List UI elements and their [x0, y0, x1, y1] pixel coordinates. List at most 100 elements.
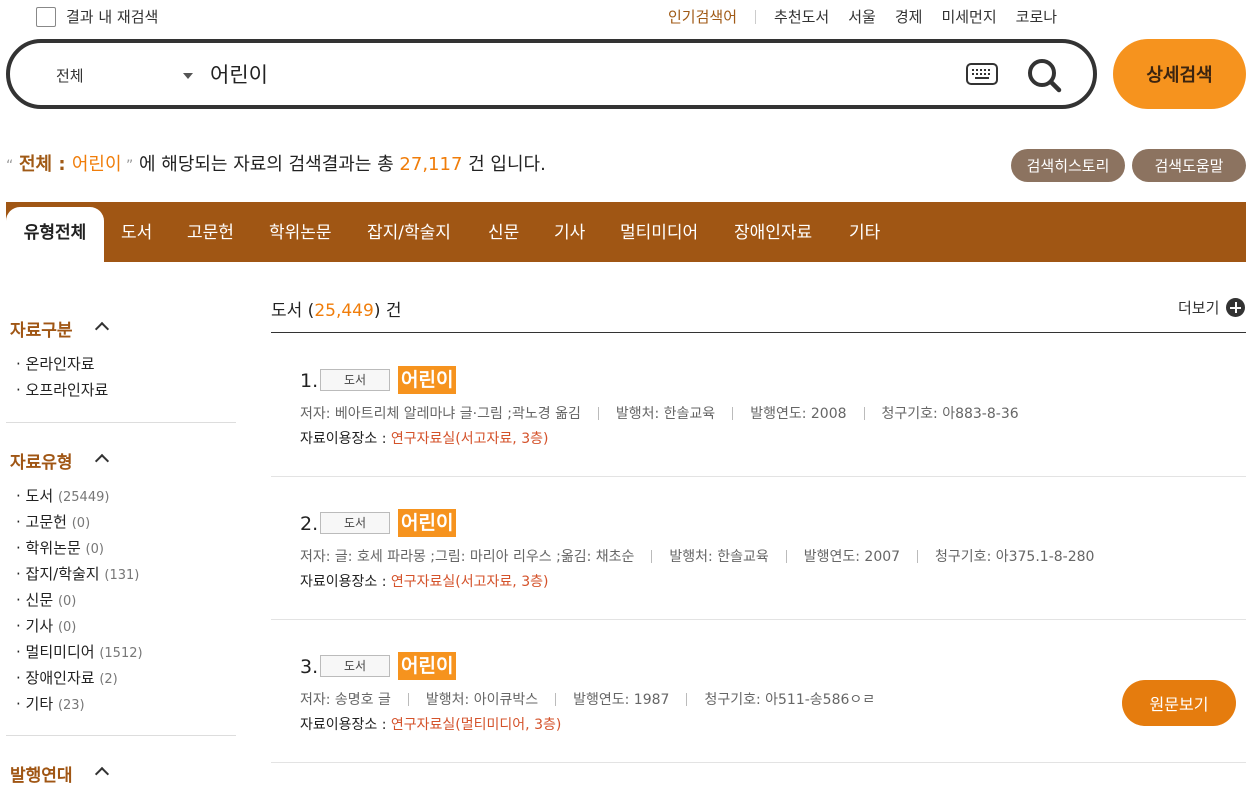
filter-title-type[interactable]: 자료유형 — [10, 448, 73, 473]
summary-total: 27,117 — [399, 154, 463, 175]
quote-close: ” — [121, 158, 134, 174]
keyword-link-2[interactable]: 서울 — [848, 6, 876, 27]
tab-etc[interactable]: 기타 — [849, 202, 880, 262]
filter-online[interactable]: · 온라인자료 — [16, 353, 95, 374]
result-meta: 저자: 베아트리체 알레마냐 글·그림 ;곽노경 옮김 발행처: 한솔교육 발행연도… — [300, 403, 1019, 423]
result-title-link[interactable]: 어린이 — [398, 366, 457, 394]
tab-journals[interactable]: 잡지/학술지 — [367, 202, 451, 262]
section-label: 도서 — [271, 301, 303, 321]
chevron-down-icon[interactable] — [183, 73, 193, 79]
filter-type-item[interactable]: · 도서 (25449) — [16, 485, 109, 506]
filter-offline[interactable]: · 오프라인자료 — [16, 379, 108, 400]
filter-label: 기타 — [25, 695, 54, 713]
type-tabs: 유형전체 도서 고문헌 학위논문 잡지/학술지 신문 기사 멀티미디어 장애인자… — [6, 202, 1246, 262]
result-call-number: 청구기호: 아511-송586ㅇㄹ — [704, 692, 876, 708]
divider — [686, 692, 688, 706]
tab-articles[interactable]: 기사 — [554, 202, 585, 262]
result-index: 3. — [300, 656, 319, 678]
divider — [597, 406, 599, 420]
view-original-button[interactable]: 원문보기 — [1122, 680, 1236, 726]
chevron-up-icon[interactable] — [94, 453, 110, 469]
quote-open: “ — [6, 158, 14, 174]
chevron-up-icon[interactable] — [94, 766, 110, 782]
result-summary: “ 전체 : 어린이 ” 에 해당되는 자료의 검색결과는 총 27,117 건… — [6, 150, 546, 176]
result-location: 자료이용장소 : 연구자료실(서고자료, 3층) — [300, 571, 548, 591]
divider — [271, 762, 1246, 763]
filter-label: 온라인자료 — [25, 355, 95, 373]
section-unit: ) 건 — [373, 301, 402, 321]
keyboard-icon[interactable] — [966, 63, 998, 85]
keyword-link-1[interactable]: 추천도서 — [774, 6, 829, 27]
divider — [863, 406, 865, 420]
keyword-link-5[interactable]: 코로나 — [1016, 6, 1057, 27]
location-place: 연구자료실(멀티미디어, 3층) — [390, 717, 562, 733]
location-label: 자료이용장소 : — [300, 574, 391, 590]
filter-type-item[interactable]: · 신문 (0) — [16, 589, 76, 610]
keyword-link-4[interactable]: 미세먼지 — [941, 6, 996, 27]
filter-count: (1512) — [99, 646, 143, 661]
filter-count: (0) — [85, 542, 104, 557]
top-bar: 결과 내 재검색 인기검색어 추천도서 서울 경제 미세먼지 코로나 — [0, 0, 1258, 34]
filter-type-item[interactable]: · 기타 (23) — [16, 693, 85, 714]
result-location: 자료이용장소 : 연구자료실(멀티미디어, 3층) — [300, 714, 561, 734]
filter-type-item[interactable]: · 장애인자료 (2) — [16, 667, 118, 688]
tab-newspapers[interactable]: 신문 — [488, 202, 519, 262]
tab-all[interactable]: 유형전체 — [6, 207, 104, 262]
more-link[interactable]: 더보기 — [1178, 297, 1246, 318]
result-year: 발행연도: 2007 — [803, 549, 901, 565]
search-help-button[interactable]: 검색도움말 — [1132, 149, 1246, 182]
summary-text: 에 해당되는 자료의 검색결과는 총 — [133, 154, 400, 175]
chevron-up-icon[interactable] — [94, 321, 110, 337]
divider — [407, 692, 409, 706]
divider — [917, 549, 919, 563]
more-label: 더보기 — [1178, 299, 1220, 317]
divider — [6, 735, 236, 736]
summary-keyword: 어린이 — [71, 154, 122, 175]
tab-theses[interactable]: 학위논문 — [269, 202, 332, 262]
advanced-search-button[interactable]: 상세검색 — [1113, 39, 1246, 109]
result-call-number: 청구기호: 아375.1-8-280 — [935, 549, 1095, 565]
result-title-link[interactable]: 어린이 — [398, 509, 457, 537]
divider — [6, 422, 236, 423]
result-index: 2. — [300, 513, 319, 535]
keyword-link-3[interactable]: 경제 — [895, 6, 923, 27]
tab-accessible[interactable]: 장애인자료 — [734, 202, 812, 262]
filter-count: (0) — [71, 516, 91, 531]
location-label: 자료이용장소 : — [300, 717, 391, 733]
result-meta: 저자: 글: 호세 파라몽 ;그림: 마리아 리우스 ;옮김: 채초순 발행처: … — [300, 546, 1094, 566]
search-icon[interactable] — [1026, 57, 1062, 93]
divider — [755, 9, 757, 24]
search-box: 전체 — [6, 39, 1097, 109]
filter-title-period[interactable]: 발행연대 — [10, 761, 73, 786]
divider — [651, 549, 653, 563]
quick-links: 인기검색어 추천도서 서울 경제 미세먼지 코로나 — [668, 6, 1076, 27]
filter-type-item[interactable]: · 고문헌 (0) — [16, 511, 90, 532]
result-author: 저자: 글: 호세 파라몽 ;그림: 마리아 리우스 ;옮김: 채초순 — [300, 549, 635, 565]
filter-count: (0) — [57, 620, 77, 635]
result-author: 저자: 베아트리체 알레마냐 글·그림 ;곽노경 옮김 — [300, 406, 581, 422]
type-badge: 도서 — [320, 369, 390, 391]
search-history-button[interactable]: 검색히스토리 — [1011, 149, 1125, 182]
filter-type-item[interactable]: · 기사 (0) — [16, 615, 76, 636]
tab-old-books[interactable]: 고문헌 — [187, 202, 234, 262]
location-place: 연구자료실(서고자료, 3층) — [390, 431, 549, 447]
filter-label: 기사 — [25, 617, 54, 635]
recheck-checkbox[interactable] — [36, 6, 56, 27]
result-title-link[interactable]: 어린이 — [398, 652, 457, 680]
filter-label: 오프라인자료 — [25, 381, 109, 399]
plus-circle-icon[interactable] — [1226, 298, 1246, 317]
filter-type-item[interactable]: · 학위논문 (0) — [16, 537, 104, 558]
scope-select[interactable]: 전체 — [56, 65, 84, 86]
filter-type-item[interactable]: · 멀티미디어 (1512) — [16, 641, 143, 662]
filter-title-category[interactable]: 자료구분 — [10, 316, 73, 341]
search-input[interactable] — [210, 62, 910, 86]
tab-books[interactable]: 도서 — [121, 202, 152, 262]
filter-type-item[interactable]: · 잡지/학술지 (131) — [16, 563, 139, 584]
result-meta: 저자: 송명호 글 발행처: 아이큐박스 발행연도: 1987 청구기호: 아511-… — [300, 689, 875, 709]
popular-keywords-link[interactable]: 인기검색어 — [668, 6, 737, 27]
tab-multimedia[interactable]: 멀티미디어 — [620, 202, 698, 262]
filter-label: 장애인자료 — [25, 669, 95, 687]
filter-count: (131) — [104, 568, 140, 583]
result-year: 발행연도: 1987 — [573, 692, 670, 708]
recheck-option[interactable]: 결과 내 재검색 — [36, 6, 158, 27]
